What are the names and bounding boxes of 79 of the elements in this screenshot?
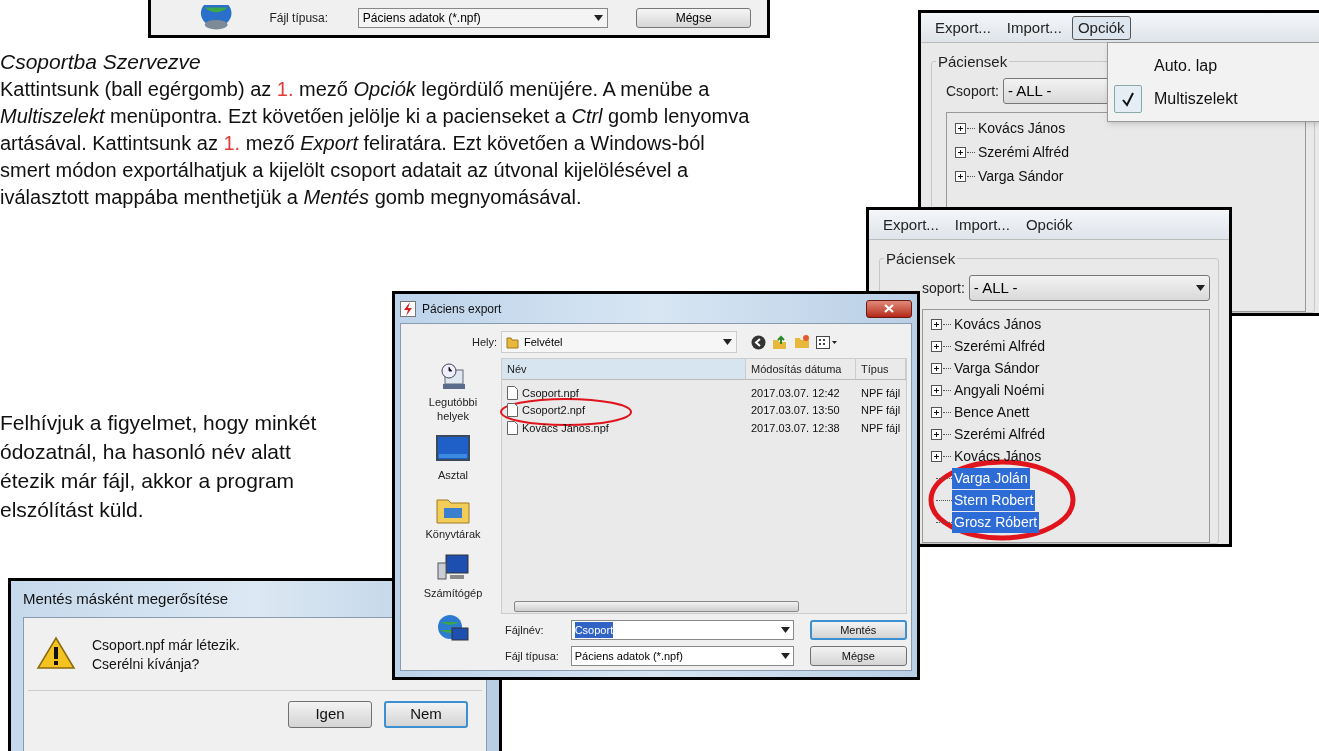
table-cell-text: 2017.03.07. 13:50 [750, 403, 841, 418]
warning-icon [36, 636, 76, 670]
caret-icon [594, 14, 604, 21]
tree-item[interactable]: Varga Sándor [952, 357, 1042, 379]
tree-item[interactable]: Szerémi Alfréd [976, 141, 1072, 163]
field-label: Hely: [470, 334, 498, 350]
table-cell-text: NPF fájl [860, 420, 902, 436]
field-label: Fájl típusa: [269, 9, 330, 27]
tree-item[interactable]: Kovács János [952, 313, 1044, 335]
close-icon [884, 304, 894, 313]
dialog-button[interactable]: Mentés [809, 620, 907, 640]
place-link[interactable]: Számítógép [413, 586, 493, 600]
menu-item[interactable]: Import... [1000, 15, 1068, 40]
section-heading: Csoportba Szervezve [0, 49, 201, 75]
table-cell-text: NPF fájl [860, 403, 902, 418]
tree-item[interactable]: Stern Robert [952, 489, 1036, 511]
tree-item[interactable]: Bence Anett [952, 401, 1032, 423]
place-link[interactable]: Könyvtárak [413, 527, 493, 541]
dialog-button[interactable]: Mégse [809, 646, 907, 666]
caret-icon [780, 653, 790, 659]
instruction-paragraph: Kattintsunk (ball egérgomb) az 1. mező Opciók legördülő menüjére. A menübe a Multiszelekt menüpontra. Ezt követően jelölje ki a pacienseket a Ctrl gomb lenyomva artásával. Kattintsunk az 1. mező Export feliratára. Ezt követően a Windows-ból smert módon exportálhatjuk a kijelölt csoport adatait az útvonal kijelölésével a iválasztott mappába menthetjük a Mentés gomb megnyomásával. [0, 77, 750, 210]
column-header[interactable]: Név [502, 359, 746, 379]
field-label: Fájl típusa: [504, 648, 560, 664]
file-icon [507, 420, 518, 435]
tree-item[interactable]: Kovács János [952, 445, 1044, 467]
tree-item[interactable]: Varga Jolán [952, 467, 1030, 489]
group-dropdown[interactable]: - ALL - [968, 275, 1210, 301]
note-paragraph: Felhívjuk a figyelmet, hogy minkét ódozatnál, ha hasonló név alatt étezik már fájl, akkor a program elszólítást küld. [0, 410, 317, 523]
tree-item[interactable]: Grosz Róbert [952, 511, 1040, 533]
tree-item[interactable]: Szerémi Alfréd [952, 335, 1048, 357]
folder-up-icon [772, 334, 788, 350]
dialog-button[interactable]: Igen [288, 701, 372, 728]
field-label: Csoport: [946, 81, 999, 101]
menu-item[interactable]: Auto. lap [1154, 53, 1218, 78]
tree-item[interactable]: Angyali Noémi [952, 379, 1047, 401]
cancel-button[interactable]: Mégse [636, 7, 751, 28]
table-cell-text: NPF fájl [860, 385, 902, 401]
caret-icon [1196, 285, 1205, 291]
caret-icon [780, 627, 790, 633]
tree-item[interactable]: Varga Sándor [976, 165, 1066, 187]
menu-item[interactable]: Opciók [1019, 212, 1079, 237]
menu-item[interactable]: Opciók [1071, 15, 1131, 40]
field-label: Fájlnév: [504, 622, 545, 638]
file-icon [507, 385, 518, 400]
computer-place-icon [436, 553, 470, 583]
place-link[interactable]: Asztal [413, 468, 493, 482]
dialog-button[interactable]: Nem [384, 701, 468, 728]
recent-place-icon [438, 362, 468, 392]
column-header[interactable]: Típus [856, 359, 906, 379]
file-name[interactable]: Csoport.npf [522, 384, 579, 401]
file-type-dropdown[interactable]: Páciens adatok (*.npf) [357, 7, 609, 28]
file-name-field[interactable]: Csoport [570, 620, 794, 640]
dialog-title: Mentés másként megerősítése [23, 589, 229, 609]
field-label: soport: [922, 278, 965, 298]
place-link[interactable]: Legutóbbi helyek [413, 395, 493, 423]
tree-item[interactable]: Szerémi Alfréd [952, 423, 1048, 445]
file-name[interactable]: Kovács János.npf [522, 419, 609, 436]
new-folder-icon [794, 335, 810, 349]
tree-item[interactable]: Kovács János [976, 117, 1068, 139]
dialog-title: Páciens export [422, 300, 502, 318]
menu-item[interactable]: Export... [877, 212, 945, 237]
app-icon [400, 300, 416, 317]
caret-icon [723, 339, 732, 345]
back-icon [751, 334, 766, 350]
globe-icon [199, 4, 234, 31]
dialog-message: Csoport.npf már létezik. Cserélni kívánja? [92, 636, 240, 674]
folder-icon [506, 335, 519, 349]
column-header[interactable]: Módosítás dátuma [746, 359, 856, 379]
table-cell-text: 2017.03.07. 12:42 [750, 385, 841, 401]
close-button[interactable] [866, 299, 912, 318]
file-type-dropdown[interactable]: Páciens adatok (*.npf) [570, 646, 794, 666]
menu-item[interactable]: Import... [948, 212, 1016, 237]
file-icon [507, 403, 518, 418]
table-cell-text: 2017.03.07. 12:38 [750, 420, 841, 436]
menu-item[interactable]: Export... [929, 15, 997, 40]
menu-item[interactable]: Multiszelekt [1154, 86, 1238, 111]
location-dropdown[interactable]: Felvétel [501, 331, 737, 353]
file-name[interactable]: Csoport2.npf [522, 402, 585, 419]
view-menu-icon [816, 335, 838, 349]
